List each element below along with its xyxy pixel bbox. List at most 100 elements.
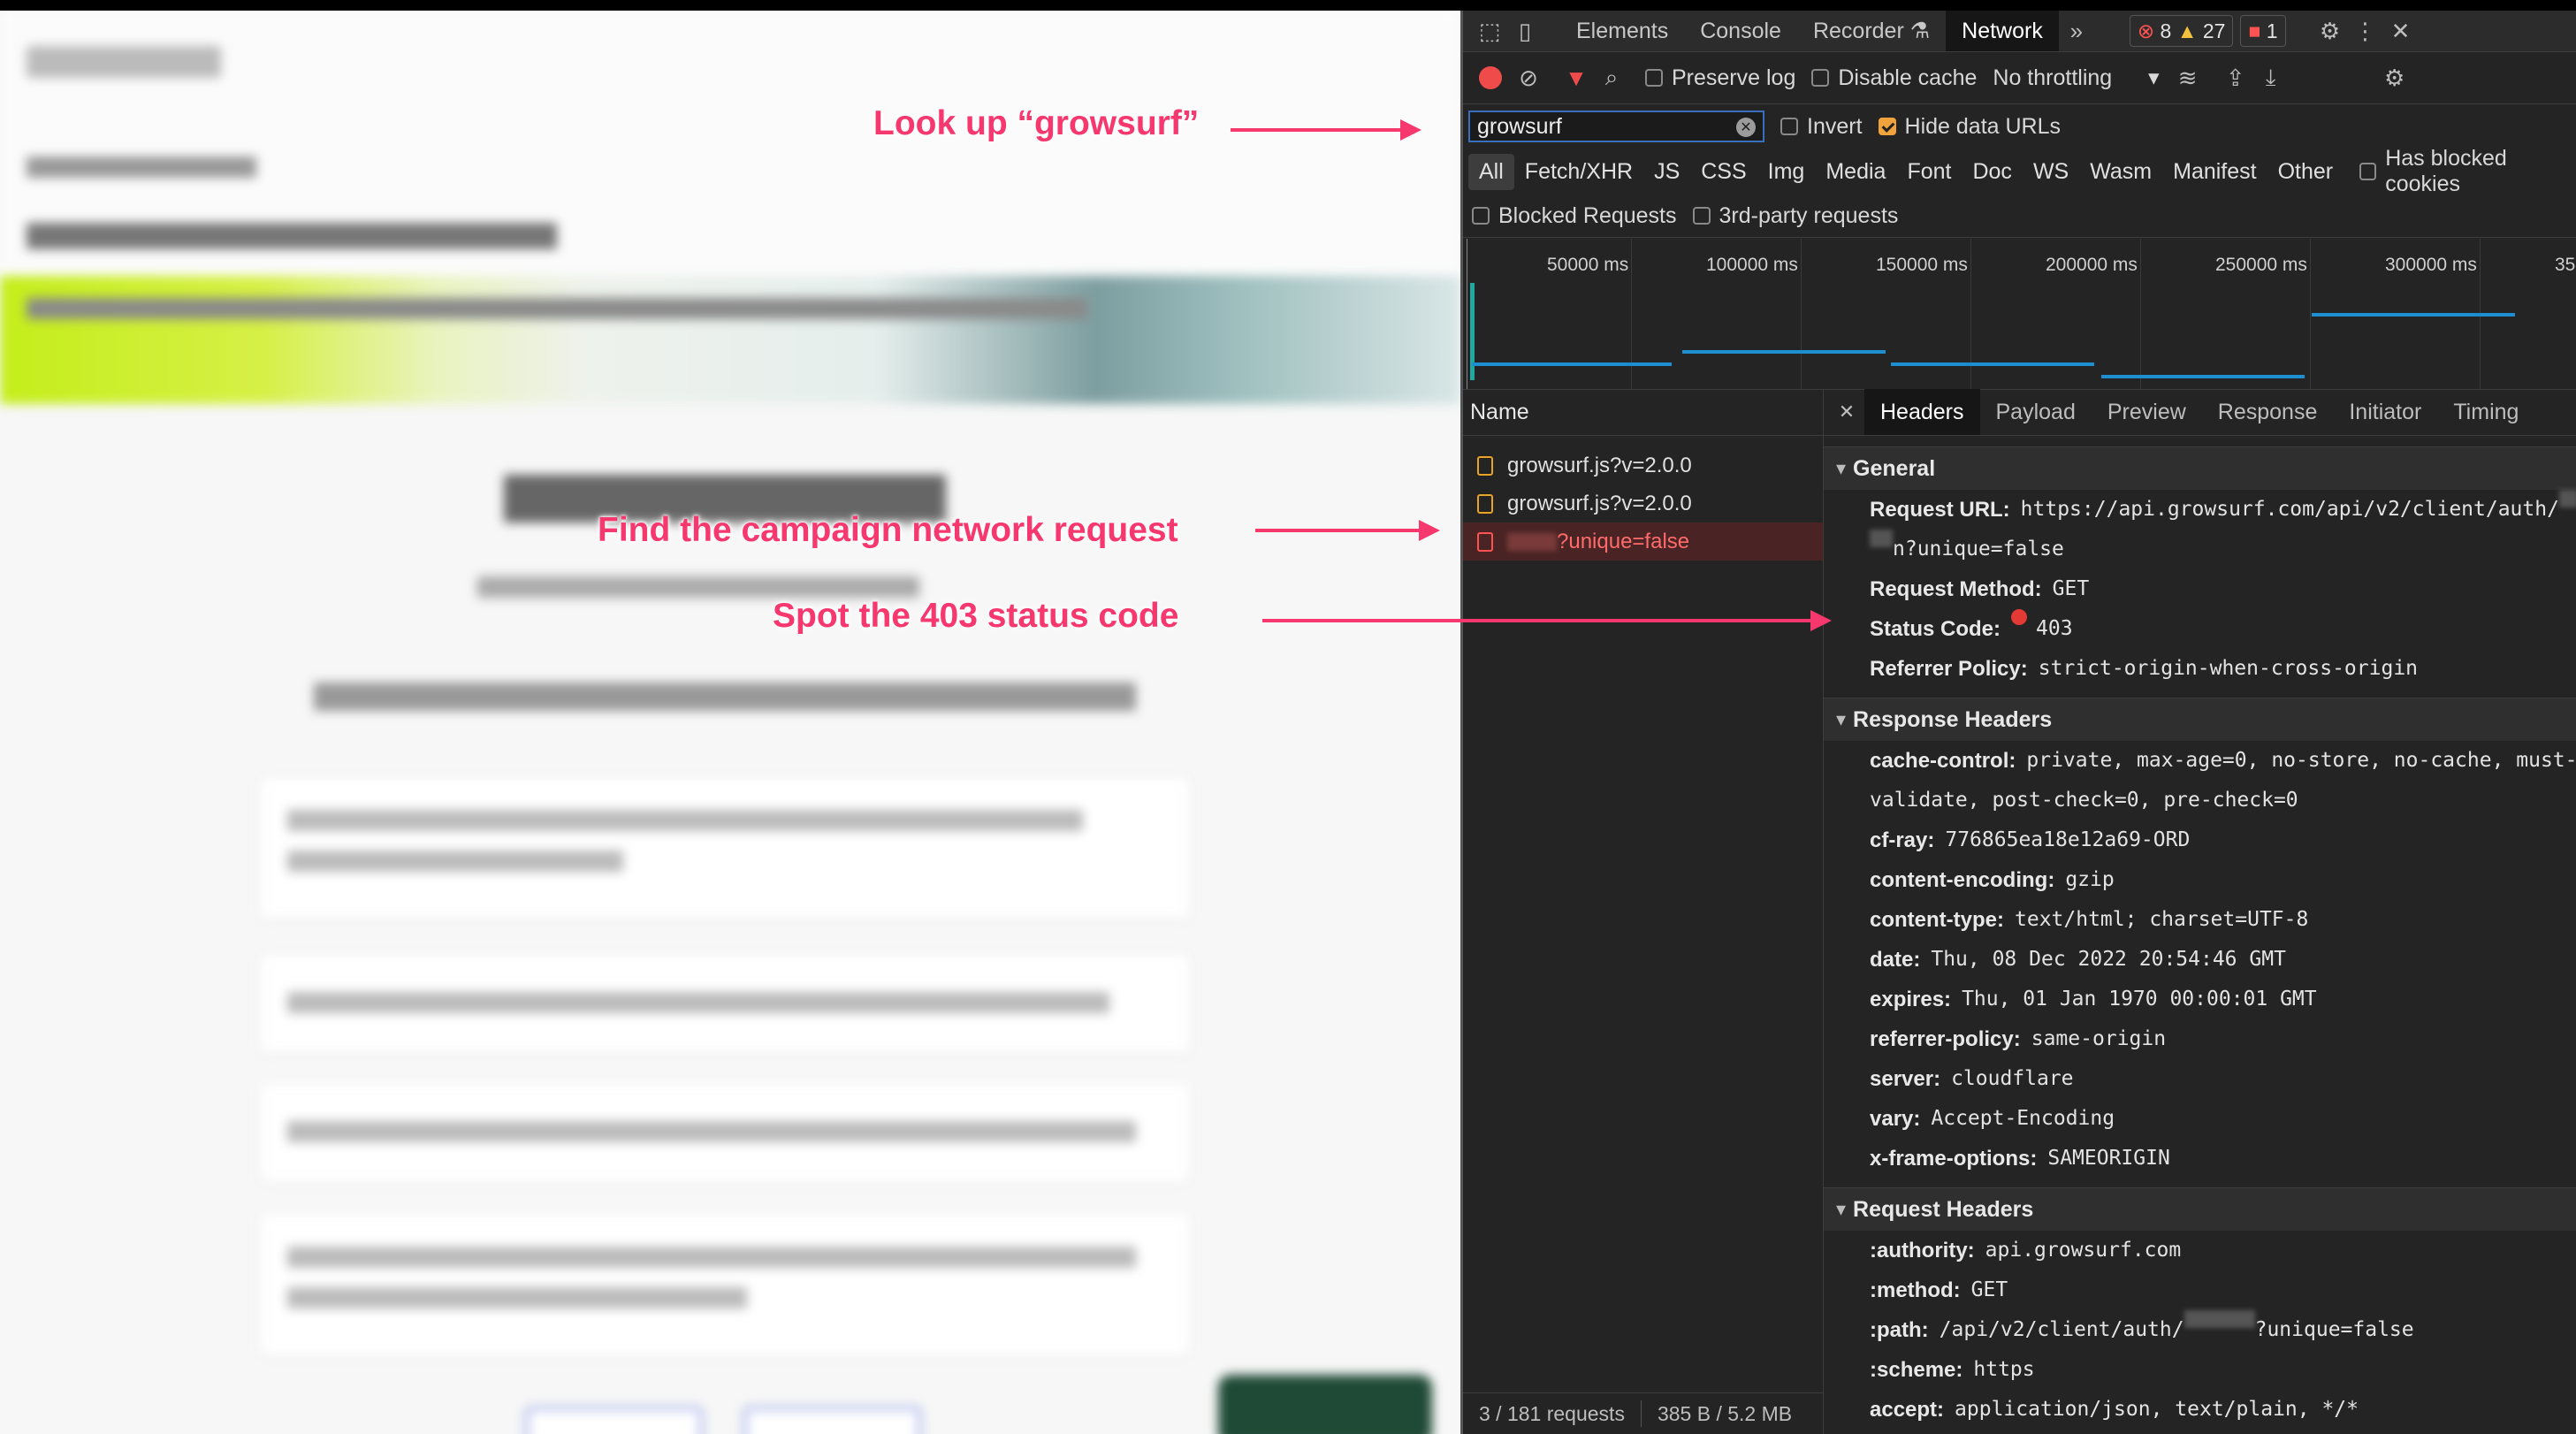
type-img[interactable]: Img bbox=[1757, 159, 1816, 185]
tab-elements[interactable]: Elements bbox=[1560, 11, 1684, 51]
request-row[interactable]: growsurf.js?v=2.0.0 bbox=[1463, 484, 1823, 522]
option-card[interactable] bbox=[261, 778, 1189, 918]
header-row: accept: application/json, text/plain, */* bbox=[1824, 1390, 2576, 1430]
issue-icon: ■ bbox=[2248, 19, 2261, 42]
type-other[interactable]: Other bbox=[2267, 159, 2344, 185]
script-file-icon bbox=[1477, 493, 1493, 514]
general-section-header[interactable]: General bbox=[1824, 446, 2576, 490]
option-card[interactable] bbox=[261, 955, 1189, 1052]
has-blocked-cookies-checkbox[interactable]: Has blocked cookies bbox=[2359, 146, 2576, 197]
tab-recorder[interactable]: Recorder ⚗ bbox=[1797, 11, 1946, 51]
timeline-tick: 150000 ms bbox=[1876, 255, 1968, 275]
header-key: x-frame-options: bbox=[1870, 1147, 2038, 1171]
request-row-error[interactable]: ?unique=false bbox=[1463, 522, 1823, 561]
export-har-icon[interactable]: ⤓ bbox=[2253, 60, 2289, 95]
tab-console[interactable]: Console bbox=[1684, 11, 1797, 51]
gear-icon[interactable]: ⚙ bbox=[2313, 13, 2348, 49]
no-button[interactable] bbox=[744, 1407, 920, 1434]
header-value: 776865ea18e12a69-ORD bbox=[1945, 828, 2191, 851]
option-card[interactable] bbox=[261, 1084, 1189, 1181]
close-icon[interactable]: ✕ bbox=[2383, 13, 2419, 49]
header-value: Accept-Encoding bbox=[1931, 1107, 2115, 1130]
blocked-row: Blocked Requests 3rd-party requests bbox=[1463, 195, 2576, 238]
chat-widget[interactable] bbox=[1218, 1375, 1432, 1434]
network-conditions-icon[interactable]: ≋ bbox=[2170, 60, 2206, 95]
header-key: referrer-policy: bbox=[1870, 1027, 2021, 1051]
disable-cache-checkbox[interactable]: Disable cache bbox=[1811, 65, 1977, 91]
header-row: :scheme: https bbox=[1824, 1350, 2576, 1390]
tab-headers[interactable]: Headers bbox=[1864, 389, 1980, 435]
tab-response[interactable]: Response bbox=[2202, 389, 2334, 435]
hide-data-urls-checkbox[interactable]: Hide data URLs bbox=[1878, 114, 2061, 140]
header-key: Status Code: bbox=[1870, 617, 2001, 641]
filter-icon[interactable]: ▼ bbox=[1559, 60, 1594, 95]
type-fetch-xhr[interactable]: Fetch/XHR bbox=[1514, 159, 1643, 185]
header-key: Request Method: bbox=[1870, 577, 2042, 601]
more-tabs-icon[interactable]: » bbox=[2059, 13, 2094, 49]
type-wasm[interactable]: Wasm bbox=[2079, 159, 2162, 185]
type-js[interactable]: JS bbox=[1643, 159, 1690, 185]
throttling-select[interactable]: No throttling ▾ bbox=[1993, 65, 2159, 91]
tab-timing[interactable]: Timing bbox=[2437, 389, 2534, 435]
preserve-log-checkbox[interactable]: Preserve log bbox=[1645, 65, 1795, 91]
header-row: date: Thu, 08 Dec 2022 20:54:46 GMT bbox=[1824, 940, 2576, 980]
window-top-strip bbox=[0, 0, 2576, 11]
header-row: :authority: api.growsurf.com bbox=[1824, 1231, 2576, 1270]
clear-filter-icon[interactable]: ✕ bbox=[1736, 118, 1756, 137]
close-details-icon[interactable]: ✕ bbox=[1829, 394, 1864, 430]
issue-count: 1 bbox=[2266, 19, 2278, 42]
response-headers-section-header[interactable]: Response Headers bbox=[1824, 698, 2576, 741]
type-all[interactable]: All bbox=[1468, 153, 1514, 190]
header-value: gzip bbox=[2065, 868, 2115, 891]
inspect-icon[interactable]: ⬚ bbox=[1472, 13, 1507, 49]
tab-initiator[interactable]: Initiator bbox=[2333, 389, 2437, 435]
clear-icon[interactable]: ⊘ bbox=[1511, 60, 1546, 95]
error-file-icon bbox=[1477, 531, 1493, 552]
timeline-tick: 200000 ms bbox=[2046, 255, 2138, 275]
third-party-checkbox[interactable]: 3rd-party requests bbox=[1692, 203, 1898, 229]
invert-checkbox[interactable]: Invert bbox=[1780, 114, 1863, 140]
type-media[interactable]: Media bbox=[1815, 159, 1896, 185]
header-value: /api/v2/client/auth/ bbox=[1939, 1318, 2184, 1341]
redacted-text bbox=[2184, 1310, 2255, 1328]
header-key: content-type: bbox=[1870, 908, 2004, 932]
type-font[interactable]: Font bbox=[1896, 159, 1962, 185]
header-row: content-type: text/html; charset=UTF-8 bbox=[1824, 900, 2576, 940]
tab-recorder-label: Recorder bbox=[1812, 18, 1904, 43]
blocked-requests-checkbox[interactable]: Blocked Requests bbox=[1472, 203, 1677, 229]
header-key: content-encoding: bbox=[1870, 868, 2055, 892]
tab-payload[interactable]: Payload bbox=[1980, 389, 2092, 435]
request-headers-section-header[interactable]: Request Headers bbox=[1824, 1187, 2576, 1231]
annotation-arrow bbox=[1255, 520, 1440, 541]
network-timeline[interactable]: 50000 ms 100000 ms 150000 ms 200000 ms 2… bbox=[1463, 239, 2576, 390]
issues-badge[interactable]: ■ 1 bbox=[2240, 15, 2286, 47]
kebab-menu-icon[interactable]: ⋮ bbox=[2348, 13, 2383, 49]
header-value: same-origin bbox=[2031, 1027, 2167, 1050]
request-row[interactable]: growsurf.js?v=2.0.0 bbox=[1463, 446, 1823, 484]
yes-button[interactable] bbox=[526, 1407, 702, 1434]
filter-input[interactable]: growsurf ✕ bbox=[1468, 111, 1764, 142]
type-manifest[interactable]: Manifest bbox=[2162, 159, 2267, 185]
name-column-header[interactable]: Name bbox=[1463, 389, 1823, 436]
header-row: n?unique=false bbox=[1824, 530, 2576, 569]
invert-label: Invert bbox=[1807, 113, 1863, 139]
header-value: ?unique=false bbox=[2254, 1318, 2414, 1341]
error-badge[interactable]: ⊗ 8 ▲ 27 bbox=[2129, 15, 2234, 47]
import-har-icon[interactable]: ⇪ bbox=[2218, 60, 2253, 95]
header-row: Status Code: 403 bbox=[1824, 609, 2576, 649]
type-doc[interactable]: Doc bbox=[1962, 159, 2022, 185]
checkbox-box-checked bbox=[1878, 118, 1896, 135]
tab-network[interactable]: Network bbox=[1946, 11, 2059, 51]
flask-icon: ⚗ bbox=[1909, 19, 1931, 43]
header-value: GET bbox=[2052, 577, 2090, 600]
device-toolbar-icon[interactable]: ▯ bbox=[1507, 13, 1543, 49]
devtools-panel: ⬚ ▯ Elements Console Recorder ⚗ Network … bbox=[1460, 11, 2576, 1434]
warning-count: 27 bbox=[2202, 19, 2226, 42]
type-css[interactable]: CSS bbox=[1690, 159, 1757, 185]
network-settings-icon[interactable]: ⚙ bbox=[2377, 60, 2412, 95]
record-icon[interactable] bbox=[1479, 66, 1502, 89]
option-card[interactable] bbox=[261, 1215, 1189, 1354]
type-ws[interactable]: WS bbox=[2023, 159, 2079, 185]
tab-preview[interactable]: Preview bbox=[2092, 389, 2202, 435]
search-icon[interactable]: ⌕ bbox=[1594, 60, 1629, 95]
